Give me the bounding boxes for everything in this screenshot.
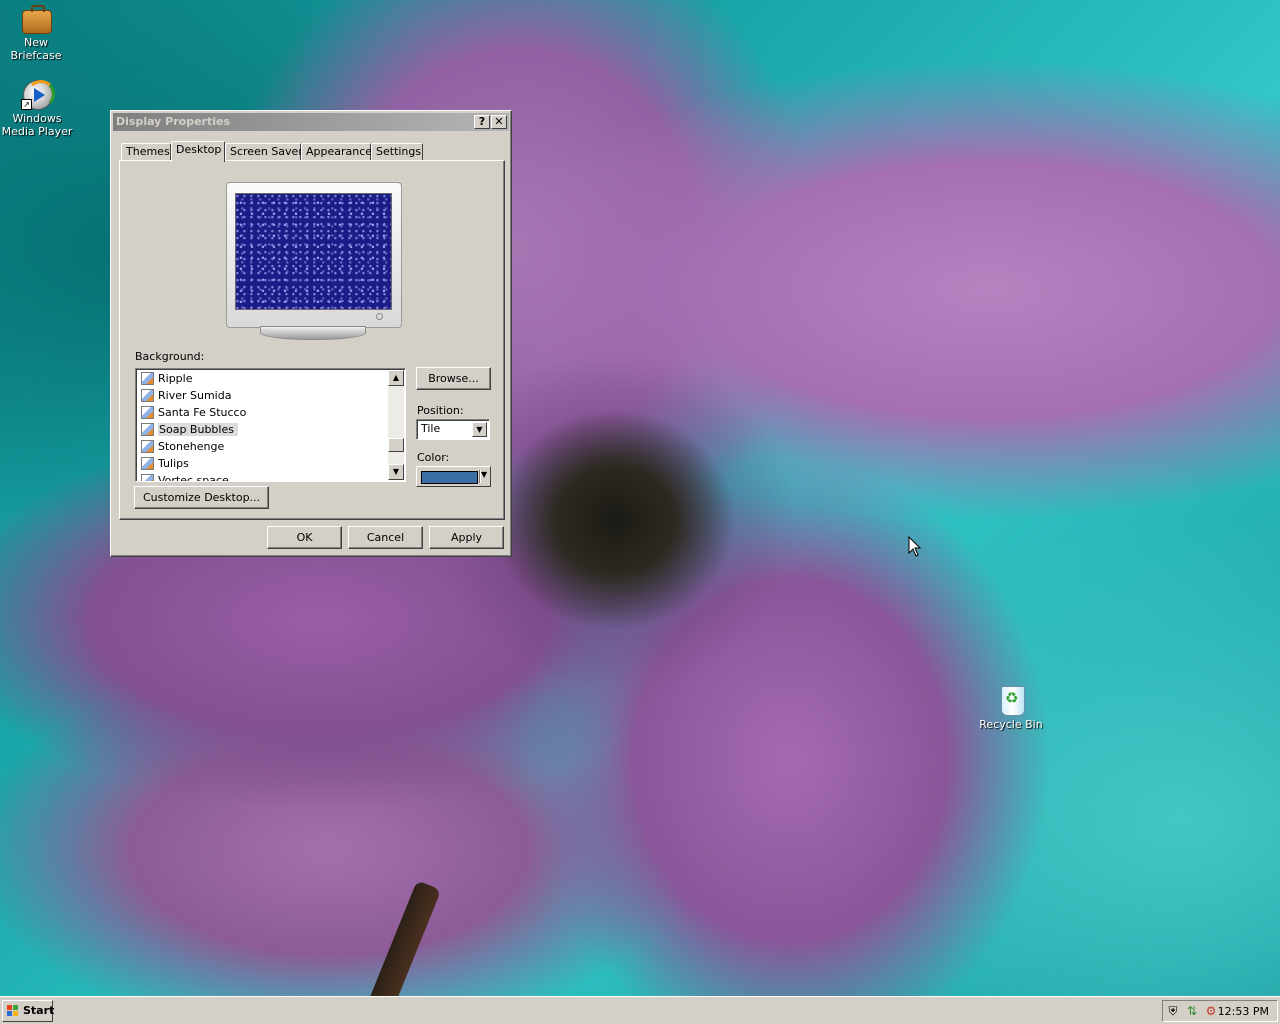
image-file-icon (141, 389, 154, 402)
shortcut-arrow-icon: ↗ (21, 99, 32, 110)
dialog-titlebar[interactable]: Display Properties ? ✕ (113, 113, 509, 131)
image-file-icon (141, 474, 154, 481)
tab-screen-saver[interactable]: Screen Saver (225, 143, 303, 160)
taskbar: Start ⛨ ⇅ ⚙ 12:53 PM (0, 996, 1280, 1024)
clock[interactable]: 12:53 PM (1218, 1005, 1269, 1018)
scroll-down-button[interactable]: ▼ (388, 464, 404, 480)
background-listbox[interactable]: Ripple River Sumida Santa Fe Stucco Soap… (135, 368, 406, 482)
color-button-separator (479, 470, 480, 483)
scroll-thumb[interactable] (388, 438, 404, 452)
listbox-scrollbar[interactable]: ▲ ▼ (388, 370, 404, 480)
network-activity-icon[interactable]: ⚙ (1204, 1004, 1218, 1018)
desktop-tab-panel: Background: Ripple River Sumida Santa Fe… (119, 160, 505, 520)
position-select[interactable]: Tile ▼ (416, 419, 490, 440)
image-file-icon (141, 423, 154, 436)
desktop-icon-label: Windows Media Player (1, 112, 73, 138)
network-icon[interactable]: ⇅ (1185, 1004, 1199, 1018)
shield-icon[interactable]: ⛨ (1166, 1004, 1180, 1018)
background-label: Background: (135, 350, 205, 363)
customize-desktop-button[interactable]: Customize Desktop... (134, 486, 269, 509)
position-label: Position: (417, 404, 464, 417)
desktop-icon-new-briefcase[interactable]: New Briefcase (0, 2, 74, 62)
desktop-icon-recycle-bin[interactable]: Recycle Bin (973, 684, 1049, 731)
dialog-title: Display Properties (116, 115, 231, 128)
list-item[interactable]: Tulips (141, 455, 189, 472)
system-tray: ⛨ ⇅ ⚙ 12:53 PM (1162, 1000, 1278, 1022)
windows-logo-icon (7, 1005, 19, 1017)
position-value: Tile (421, 422, 441, 435)
cancel-button[interactable]: Cancel (348, 526, 423, 549)
browse-button[interactable]: Browse... (416, 367, 491, 390)
color-picker-button[interactable]: ▼ (416, 466, 491, 487)
monitor-power-led (376, 313, 383, 320)
list-item[interactable]: Ripple (141, 370, 193, 387)
tab-desktop[interactable]: Desktop (171, 141, 225, 162)
image-file-icon (141, 457, 154, 470)
mouse-cursor-icon (908, 536, 922, 557)
list-item[interactable]: Stonehenge (141, 438, 224, 455)
color-swatch (421, 471, 478, 484)
desktop-icon-label: Recycle Bin (979, 718, 1043, 731)
chevron-down-icon[interactable]: ▼ (472, 422, 487, 437)
monitor-stand (260, 326, 366, 340)
list-item[interactable]: Santa Fe Stucco (141, 404, 246, 421)
start-button[interactable]: Start (2, 1000, 55, 1022)
briefcase-icon (22, 5, 52, 34)
tab-appearance[interactable]: Appearance (301, 143, 372, 160)
list-item[interactable]: River Sumida (141, 387, 231, 404)
list-item[interactable]: Vortec space (141, 472, 229, 481)
apply-button[interactable]: Apply (429, 526, 504, 549)
desktop-icon-label: New Briefcase (10, 36, 62, 62)
wallpaper-flower-stem (364, 880, 442, 996)
close-button[interactable]: ✕ (491, 115, 507, 129)
list-item-selected[interactable]: Soap Bubbles (141, 421, 238, 438)
ok-button[interactable]: OK (267, 526, 342, 549)
help-button[interactable]: ? (474, 115, 490, 129)
tab-themes[interactable]: Themes (121, 143, 171, 160)
recycle-bin-icon (1001, 686, 1025, 716)
image-file-icon (141, 406, 154, 419)
color-label: Color: (417, 451, 450, 464)
monitor-preview (226, 182, 402, 328)
display-properties-dialog: Display Properties ? ✕ Themes Desktop Sc… (110, 110, 512, 557)
preview-screen (235, 193, 392, 310)
chevron-down-icon: ▼ (481, 470, 488, 479)
start-label: Start (23, 1004, 55, 1017)
tab-settings[interactable]: Settings (371, 143, 423, 160)
scroll-up-button[interactable]: ▲ (388, 370, 404, 386)
image-file-icon (141, 440, 154, 453)
image-file-icon (141, 372, 154, 385)
desktop-icon-windows-media-player[interactable]: ↗ Windows Media Player (0, 78, 76, 138)
